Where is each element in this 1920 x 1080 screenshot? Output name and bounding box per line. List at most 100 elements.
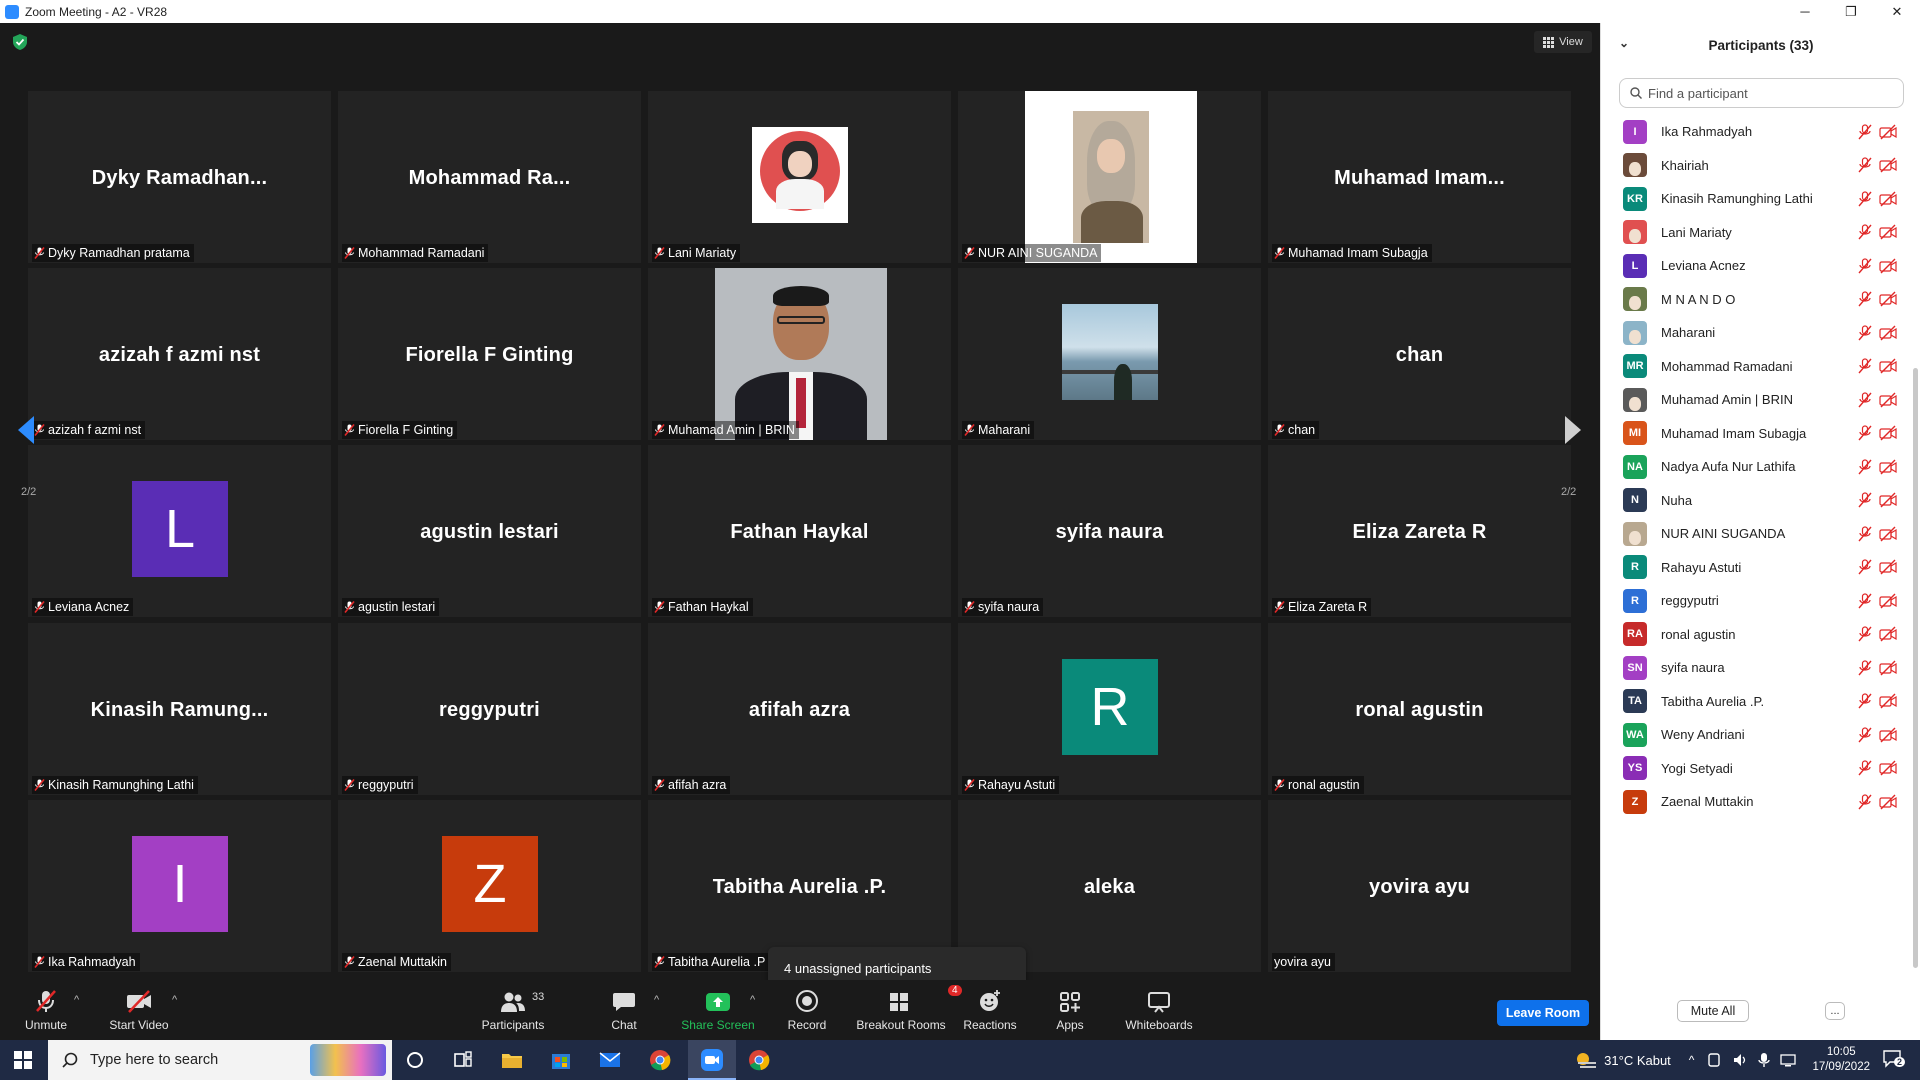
taskbar-search-box[interactable]: Type here to search: [48, 1040, 392, 1080]
mic-muted-icon[interactable]: [1858, 324, 1872, 341]
unmute-button[interactable]: Unmute: [18, 980, 74, 1040]
view-button[interactable]: View: [1534, 31, 1592, 53]
mic-muted-icon[interactable]: [1858, 559, 1872, 575]
participant-video-tile[interactable]: reggyputri reggyputri: [338, 623, 641, 795]
video-off-icon[interactable]: [1879, 325, 1897, 341]
video-off-icon[interactable]: [1879, 559, 1897, 575]
mic-muted-icon[interactable]: [1858, 726, 1872, 743]
cortana-icon[interactable]: [403, 1048, 427, 1072]
weather-text[interactable]: 31°C Kabut: [1604, 1053, 1671, 1068]
participant-list-scrollbar[interactable]: [1913, 368, 1918, 968]
windows-start-icon[interactable]: [14, 1051, 32, 1069]
reactions-button[interactable]: Reactions: [960, 980, 1020, 1040]
video-off-icon[interactable]: [1879, 660, 1897, 676]
participant-video-tile[interactable]: Kinasih Ramung... Kinasih Ramunghing Lath…: [28, 623, 331, 795]
video-off-icon[interactable]: [1879, 358, 1897, 374]
file-explorer-icon[interactable]: [500, 1048, 524, 1072]
participant-video-tile[interactable]: afifah azra afifah azra: [648, 623, 951, 795]
apps-button[interactable]: Apps: [1050, 980, 1090, 1040]
participant-video-tile[interactable]: Mohammad Ra... Mohammad Ramadani: [338, 91, 641, 263]
video-off-icon[interactable]: [1879, 191, 1897, 207]
participant-row[interactable]: MR Mohammad Ramadani: [1601, 350, 1920, 383]
mic-muted-icon[interactable]: [1858, 358, 1872, 374]
notifications-button[interactable]: 2: [1882, 1048, 1906, 1072]
security-shield-icon[interactable]: [13, 34, 27, 50]
participant-row[interactable]: Z Zaenal Muttakin: [1601, 785, 1920, 818]
participant-video-tile[interactable]: agustin lestari agustin lestari: [338, 445, 641, 617]
participant-video-tile[interactable]: L Leviana Acnez: [28, 445, 331, 617]
participant-video-tile[interactable]: Fiorella F Ginting Fiorella F Ginting: [338, 268, 641, 440]
mic-muted-icon[interactable]: [1858, 693, 1872, 709]
video-off-icon[interactable]: [1879, 693, 1897, 709]
task-view-icon[interactable]: [451, 1048, 475, 1072]
show-hidden-icons-chevron-icon[interactable]: ^: [1689, 1053, 1695, 1067]
next-page-arrow[interactable]: [1553, 400, 1593, 460]
share-screen-button[interactable]: Share Screen: [680, 980, 756, 1040]
mic-muted-icon[interactable]: [1858, 190, 1872, 207]
participant-row[interactable]: Khairiah: [1601, 149, 1920, 182]
leave-room-button[interactable]: Leave Room: [1497, 1000, 1589, 1026]
video-off-icon[interactable]: [1879, 727, 1897, 743]
mic-muted-icon[interactable]: [1858, 659, 1872, 676]
participant-row[interactable]: MI Muhamad Imam Subagja: [1601, 417, 1920, 450]
participant-video-tile[interactable]: Muhamad Amin | BRIN: [648, 268, 951, 440]
start-video-button[interactable]: Start Video: [104, 980, 174, 1040]
video-off-icon[interactable]: [1879, 794, 1897, 810]
video-off-icon[interactable]: [1879, 425, 1897, 441]
chrome-profile-icon[interactable]: [747, 1048, 771, 1072]
participant-row[interactable]: Muhamad Amin | BRIN: [1601, 383, 1920, 416]
speaker-icon[interactable]: [1732, 1052, 1748, 1068]
tray-app-icon[interactable]: [1706, 1052, 1722, 1068]
mic-muted-icon[interactable]: [1858, 123, 1872, 140]
participant-row[interactable]: Rreggyputri: [1601, 584, 1920, 617]
mic-muted-icon[interactable]: [1858, 793, 1872, 810]
share-options-caret[interactable]: ^: [750, 994, 755, 1006]
participant-row[interactable]: Maharani: [1601, 316, 1920, 349]
microsoft-store-icon[interactable]: [549, 1048, 573, 1072]
participant-row[interactable]: NUR AINI SUGANDA: [1601, 517, 1920, 550]
participant-video-tile[interactable]: Dyky Ramadhan... Dyky Ramadhan pratama: [28, 91, 331, 263]
video-off-icon[interactable]: [1879, 626, 1897, 642]
mic-muted-icon[interactable]: [1858, 458, 1872, 475]
collapse-panel-chevron-icon[interactable]: ⌄: [1619, 36, 1629, 50]
participant-video-tile[interactable]: chan chan: [1268, 268, 1571, 440]
participant-row[interactable]: WA Weny Andriani: [1601, 718, 1920, 751]
participant-video-tile[interactable]: Eliza Zareta R Eliza Zareta R: [1268, 445, 1571, 617]
chrome-icon[interactable]: [648, 1048, 672, 1072]
participant-video-tile[interactable]: azizah f azmi nst azizah f azmi nst: [28, 268, 331, 440]
audio-options-caret[interactable]: ^: [74, 994, 79, 1006]
participant-video-tile[interactable]: Maharani: [958, 268, 1261, 440]
minimize-button[interactable]: ─: [1782, 0, 1828, 23]
chat-button[interactable]: Chat: [604, 980, 644, 1040]
participant-video-tile[interactable]: ronal agustin ronal agustin: [1268, 623, 1571, 795]
participant-row[interactable]: N Nuha: [1601, 484, 1920, 517]
video-off-icon[interactable]: [1879, 760, 1897, 776]
mic-muted-icon[interactable]: [1858, 525, 1872, 542]
participant-video-tile[interactable]: R Rahayu Astuti: [958, 623, 1261, 795]
participant-video-tile[interactable]: NUR AINI SUGANDA: [958, 91, 1261, 263]
clock[interactable]: 10:05 17/09/2022: [1812, 1045, 1870, 1075]
participant-row[interactable]: RA ronal agustin: [1601, 618, 1920, 651]
video-off-icon[interactable]: [1879, 459, 1897, 475]
video-off-icon[interactable]: [1879, 224, 1897, 240]
video-off-icon[interactable]: [1879, 157, 1897, 173]
video-off-icon[interactable]: [1879, 291, 1897, 307]
previous-page-arrow[interactable]: [6, 400, 46, 460]
mic-muted-icon[interactable]: [1858, 626, 1872, 642]
zoom-taskbar-button[interactable]: [688, 1040, 736, 1080]
video-off-icon[interactable]: [1879, 593, 1897, 609]
participant-row[interactable]: L Leviana Acnez: [1601, 249, 1920, 282]
mic-muted-icon[interactable]: [1858, 592, 1872, 609]
video-off-icon[interactable]: [1879, 526, 1897, 542]
breakout-rooms-button[interactable]: 4 Breakout Rooms: [852, 980, 962, 1040]
mute-all-button[interactable]: Mute All: [1677, 1000, 1749, 1022]
participant-row[interactable]: TA Tabitha Aurelia .P.: [1601, 685, 1920, 718]
participant-video-tile[interactable]: Muhamad Imam... Muhamad Imam Subagja: [1268, 91, 1571, 263]
mic-muted-icon[interactable]: [1858, 257, 1872, 274]
mic-muted-icon[interactable]: [1858, 224, 1872, 240]
video-off-icon[interactable]: [1879, 392, 1897, 408]
video-options-caret[interactable]: ^: [172, 994, 177, 1006]
participant-row[interactable]: YS Yogi Setyadi: [1601, 752, 1920, 785]
video-off-icon[interactable]: [1879, 124, 1897, 140]
maximize-button[interactable]: ❐: [1828, 0, 1874, 23]
